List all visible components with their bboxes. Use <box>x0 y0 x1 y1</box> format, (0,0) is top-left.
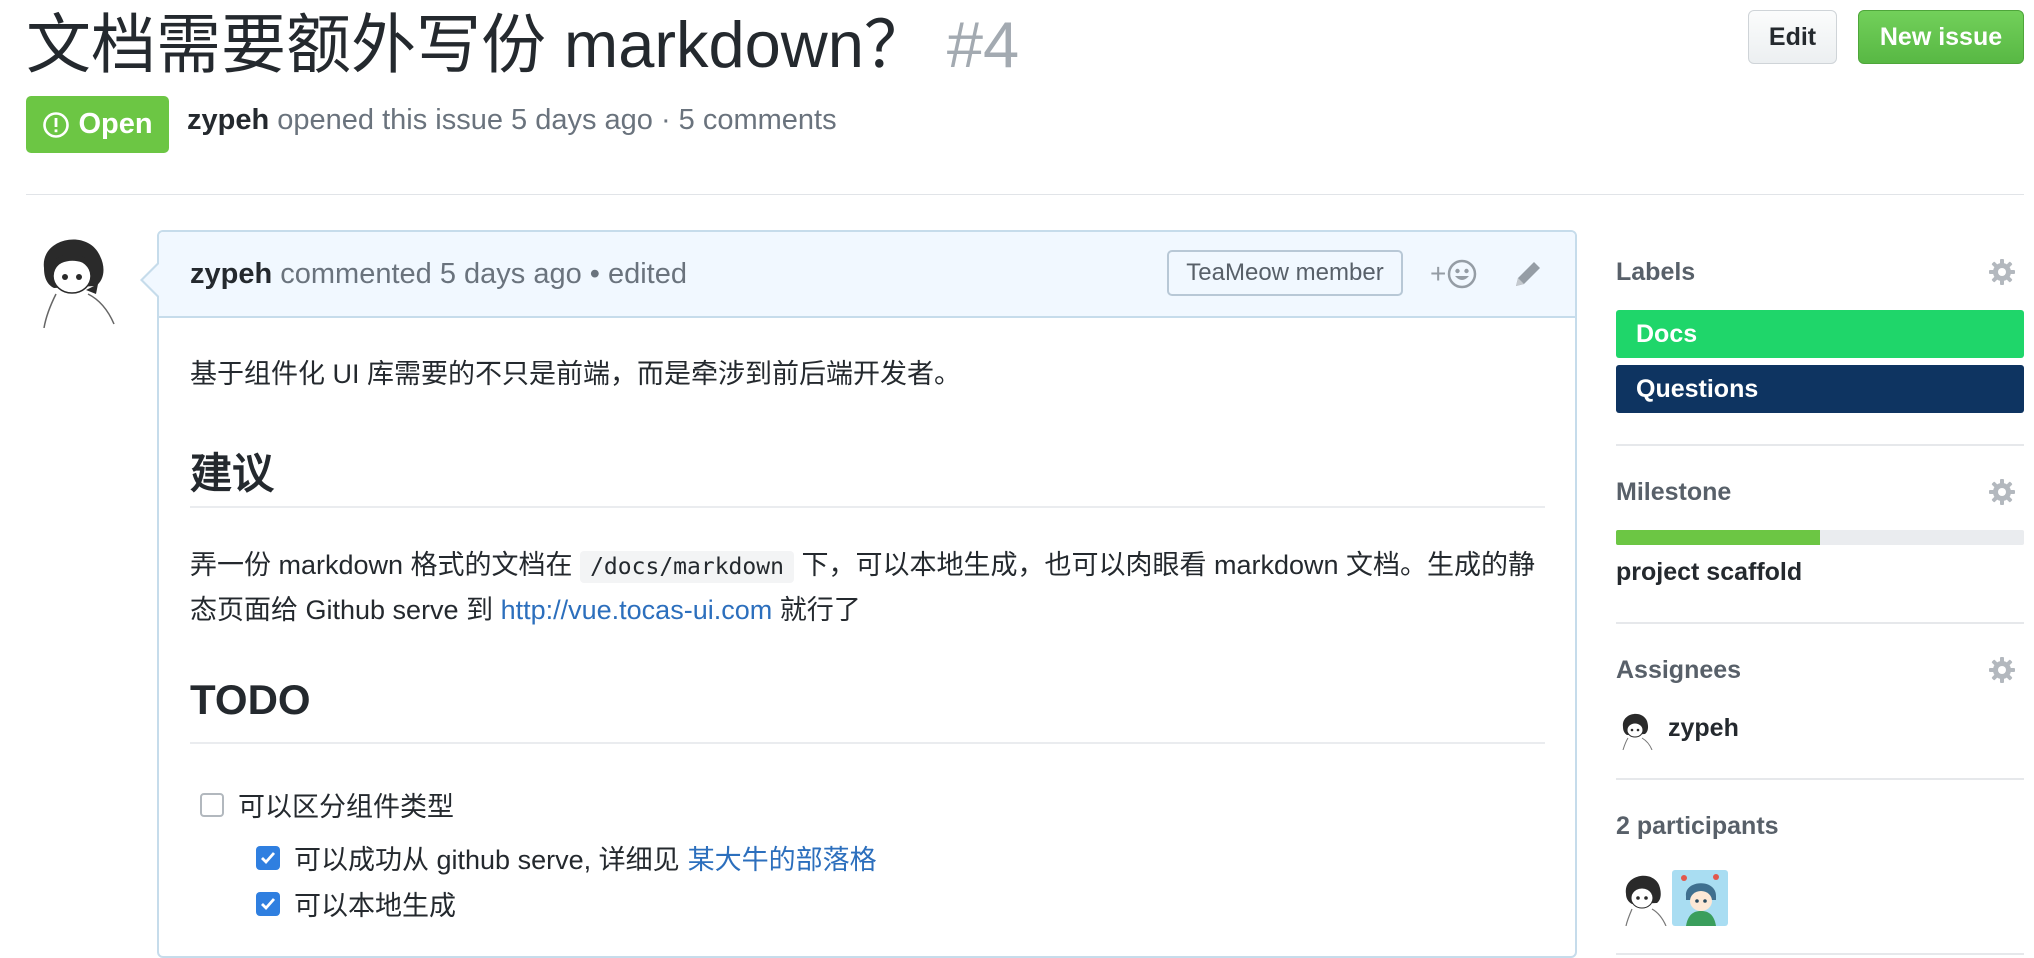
gear-icon[interactable] <box>1988 478 2016 506</box>
vue-tocas-link[interactable]: http://vue.tocas-ui.com <box>501 595 773 625</box>
milestone-title[interactable]: project scaffold <box>1616 558 1802 587</box>
milestone-progress-fill <box>1616 530 1820 545</box>
status-badge: Open <box>26 96 169 153</box>
task-checkbox-checked[interactable] <box>256 891 280 916</box>
milestone-progress-bar <box>1616 530 2024 545</box>
p2-text-before: 弄一份 markdown 格式的文档在 <box>190 550 573 580</box>
issue-number: #4 <box>946 8 1020 81</box>
assignee-name[interactable]: zypeh <box>1668 714 1739 743</box>
gear-icon[interactable] <box>1988 258 2016 286</box>
check-icon <box>261 897 276 910</box>
label-questions-text: Questions <box>1636 374 1759 403</box>
task-text: 可以区分组件类型 <box>238 792 454 822</box>
smiley-icon <box>1448 259 1477 289</box>
sidebar-divider <box>1616 953 2024 955</box>
member-badge: TeaMeow member <box>1167 250 1403 296</box>
comment-author-link[interactable]: zypeh <box>190 258 272 290</box>
task-item: 可以本地生成 <box>256 884 456 923</box>
issue-meta-text: opened this issue 5 days ago · 5 comment… <box>277 104 837 136</box>
task-text: 可以成功从 github serve, 详细见 <box>294 845 680 875</box>
gear-icon[interactable] <box>1988 656 2016 684</box>
sidebar-divider <box>1616 778 2024 780</box>
author-avatar[interactable] <box>26 228 126 328</box>
labels-heading: Labels <box>1616 258 1696 286</box>
issue-title-text: 文档需要额外写份 markdown？ <box>26 8 929 81</box>
label-questions[interactable]: Questions <box>1616 365 2024 413</box>
issue-opened-icon <box>43 111 70 138</box>
task-text: 可以本地生成 <box>294 891 456 921</box>
pencil-icon[interactable] <box>1510 256 1546 292</box>
header-divider <box>26 194 2024 195</box>
assignees-heading: Assignees <box>1616 656 1742 684</box>
inline-code: /docs/markdown <box>580 551 794 583</box>
new-issue-button[interactable]: New issue <box>1858 10 2024 64</box>
sidebar-divider <box>1616 622 2024 624</box>
comment-caret-fill <box>143 264 159 296</box>
milestone-heading: Milestone <box>1616 478 1732 506</box>
participants-heading: 2 participants <box>1616 812 1779 840</box>
comment-paragraph-1: 基于组件化 UI 库需要的不只是前端，而是牵涉到前后端开发者。 <box>190 359 962 389</box>
sidebar-divider <box>1616 444 2024 446</box>
heading-divider <box>190 742 1545 744</box>
issue-author-link[interactable]: zypeh <box>187 104 269 136</box>
participant-avatar[interactable] <box>1616 870 1672 926</box>
participant-avatar[interactable] <box>1672 870 1728 926</box>
comment-paragraph-2: 弄一份 markdown 格式的文档在 /docs/markdown 下，可以本… <box>190 544 1550 632</box>
task-item: 可以成功从 github serve, 详细见 某大牛的部落格 <box>256 838 877 877</box>
assignee-avatar[interactable] <box>1616 710 1656 750</box>
issue-title: 文档需要额外写份 markdown？ #4 <box>26 6 1019 84</box>
comment-meta: zypeh commented 5 days ago • edited <box>190 258 687 291</box>
heading-suggestion: 建议 <box>190 450 275 497</box>
reaction-plus: + <box>1430 258 1447 289</box>
task-item: 可以区分组件类型 <box>200 785 454 824</box>
label-docs[interactable]: Docs <box>1616 310 2024 358</box>
edit-button[interactable]: Edit <box>1748 10 1837 64</box>
comment-meta-text: commented 5 days ago • edited <box>280 258 687 290</box>
issue-meta: zypeh opened this issue 5 days ago · 5 c… <box>187 104 837 137</box>
status-label: Open <box>78 108 153 140</box>
label-docs-text: Docs <box>1636 319 1698 348</box>
task-checkbox-checked[interactable] <box>256 845 280 870</box>
heading-todo: TODO <box>190 676 311 723</box>
blog-link[interactable]: 某大牛的部落格 <box>688 838 877 877</box>
check-icon <box>261 851 276 864</box>
heading-divider <box>190 506 1545 508</box>
add-reaction-button[interactable]: + <box>1430 256 1490 292</box>
task-checkbox-unchecked[interactable] <box>200 792 224 817</box>
p2-text-after: 就行了 <box>779 595 861 625</box>
